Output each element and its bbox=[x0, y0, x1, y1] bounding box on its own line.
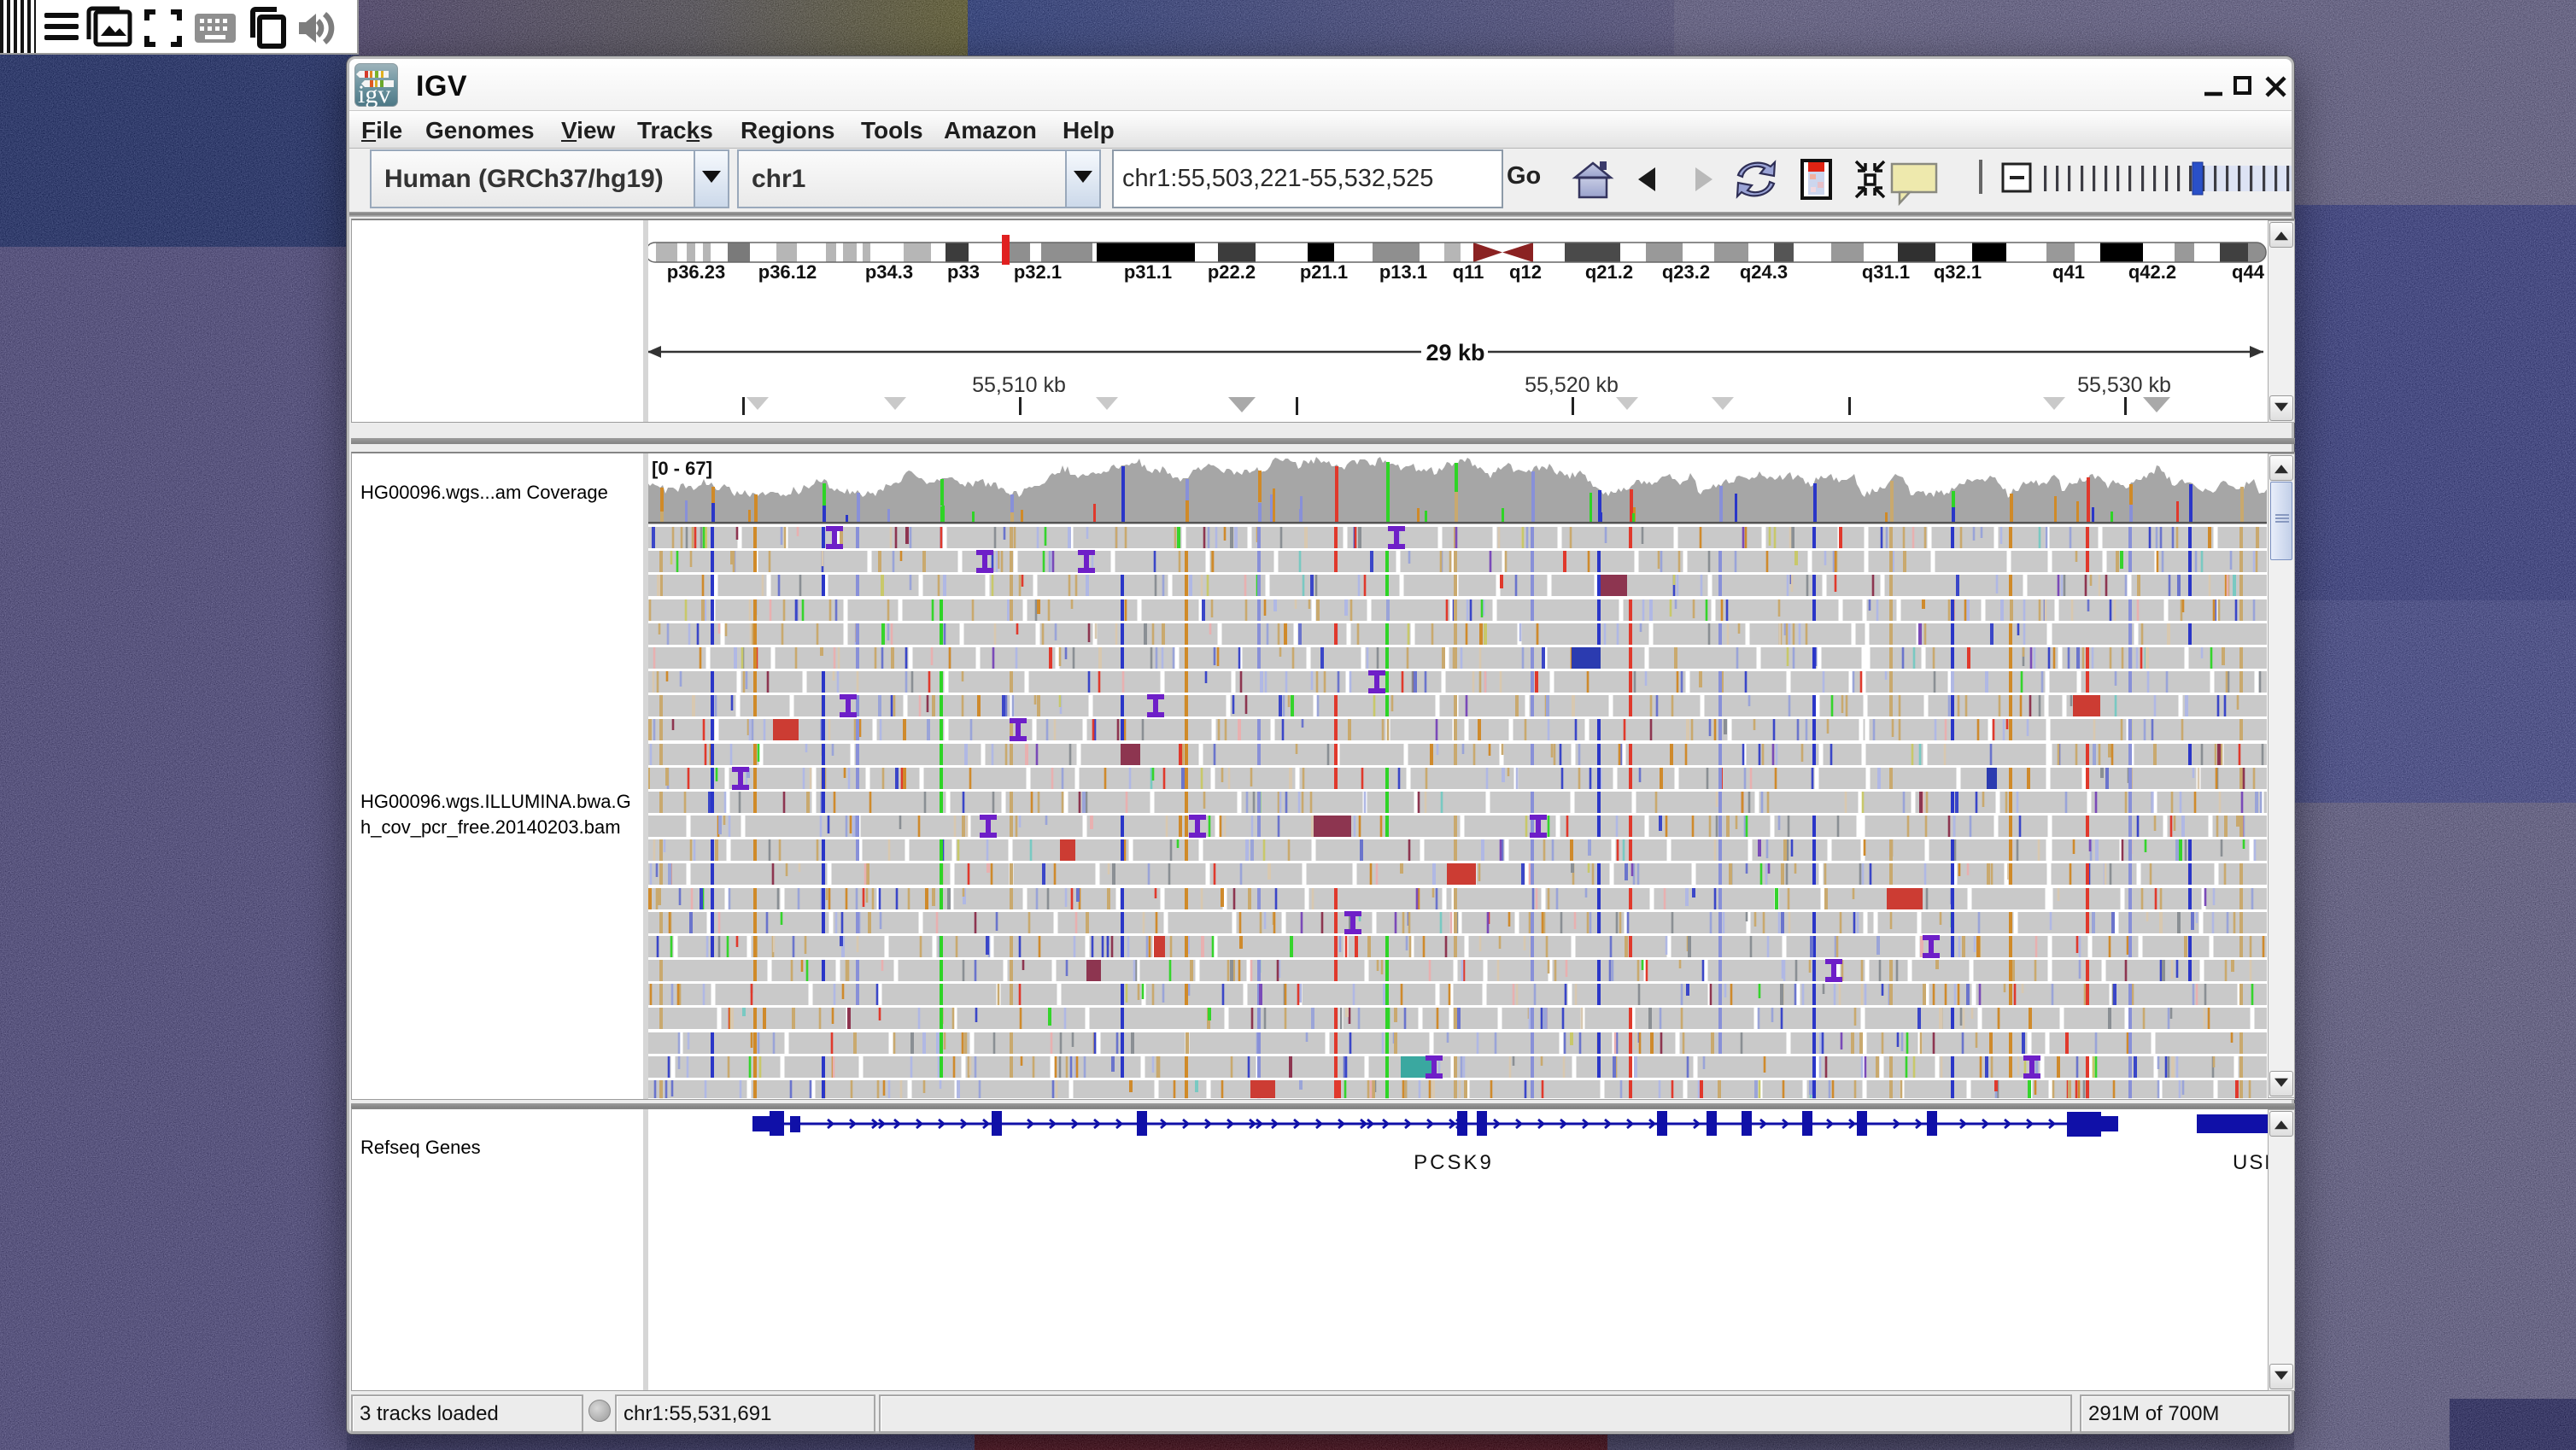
svg-text:q23.2: q23.2 bbox=[1662, 261, 1710, 283]
svg-text:[0 - 67]: [0 - 67] bbox=[652, 458, 712, 479]
svg-text:p36.23: p36.23 bbox=[667, 261, 726, 283]
svg-text:55,520 kb: 55,520 kb bbox=[1525, 373, 1619, 397]
svg-text:29 kb: 29 kb bbox=[1426, 340, 1484, 365]
svg-text:q12: q12 bbox=[1509, 261, 1542, 283]
svg-text:p33: p33 bbox=[947, 261, 980, 283]
svg-text:q11: q11 bbox=[1453, 261, 1484, 283]
svg-text:p34.3: p34.3 bbox=[865, 261, 913, 283]
svg-text:p31.1: p31.1 bbox=[1124, 261, 1172, 283]
svg-text:q44: q44 bbox=[2232, 261, 2265, 283]
svg-text:q42.2: q42.2 bbox=[2128, 261, 2176, 283]
svg-text:p13.1: p13.1 bbox=[1379, 261, 1427, 283]
svg-text:q32.1: q32.1 bbox=[1934, 261, 1982, 283]
svg-text:p36.12: p36.12 bbox=[758, 261, 817, 283]
svg-text:p21.1: p21.1 bbox=[1300, 261, 1348, 283]
svg-text:p32.1: p32.1 bbox=[1014, 261, 1062, 283]
svg-text:PCSK9: PCSK9 bbox=[1414, 1151, 1494, 1174]
svg-text:q21.2: q21.2 bbox=[1585, 261, 1633, 283]
svg-text:p22.2: p22.2 bbox=[1208, 261, 1256, 283]
svg-text:55,510 kb: 55,510 kb bbox=[972, 373, 1066, 397]
svg-text:q41: q41 bbox=[2052, 261, 2085, 283]
svg-text:q24.3: q24.3 bbox=[1740, 261, 1788, 283]
svg-text:igv: igv bbox=[358, 80, 390, 107]
svg-text:q31.1: q31.1 bbox=[1862, 261, 1910, 283]
svg-text:55,530 kb: 55,530 kb bbox=[2077, 373, 2171, 397]
